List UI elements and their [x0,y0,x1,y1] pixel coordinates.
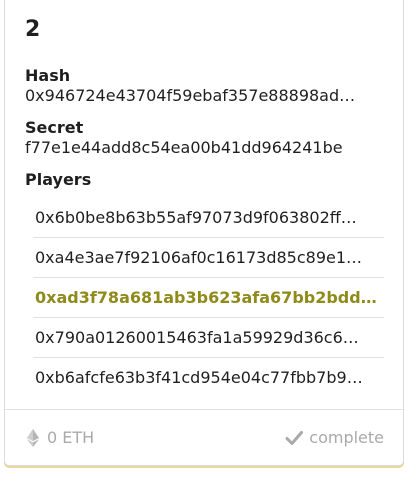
status-label: complete [309,428,384,447]
hash-value: 0x946724e43704f59ebaf357e88898ad… [25,86,356,105]
player-item[interactable]: 0xa4e3ae7f92106af0c16173d85c89e1… [33,238,384,278]
players-field: Players [25,170,384,190]
pot-amount: 0 ETH [27,428,94,447]
secret-value: f77e1e44add8c54ea00b41dd964241be [25,138,343,157]
pot-label: 0 ETH [47,428,95,447]
card-body: 2 Hash 0x946724e43704f59ebaf357e88898ad…… [5,0,403,397]
player-item[interactable]: 0x6b0be8b63b55af97073d9f063802ff… [33,198,384,238]
player-item[interactable]: 0xb6afcfe63b3f41cd954e04c77fbb7b9… [33,358,384,397]
secret-field: Secret f77e1e44add8c54ea00b41dd964241be [25,118,384,158]
player-item[interactable]: 0x790a01260015463fa1a59929d36c6… [33,318,384,358]
players-list: 0x6b0be8b63b55af97073d9f063802ff… 0xa4e3… [25,198,384,397]
hash-label: Hash [25,66,71,85]
checkmark-icon [285,430,304,446]
round-number: 2 [25,17,41,42]
players-label: Players [25,170,92,189]
ethereum-icon [27,428,39,447]
status-badge: complete [285,428,384,447]
secret-label: Secret [25,118,84,137]
player-item-winner[interactable]: 0xad3f78a681ab3b623afa67bb2bdd1… [33,278,384,318]
round-card: 2 Hash 0x946724e43704f59ebaf357e88898ad…… [4,0,404,466]
hash-field: Hash 0x946724e43704f59ebaf357e88898ad… [25,66,384,106]
card-footer: 0 ETH complete [5,409,403,465]
